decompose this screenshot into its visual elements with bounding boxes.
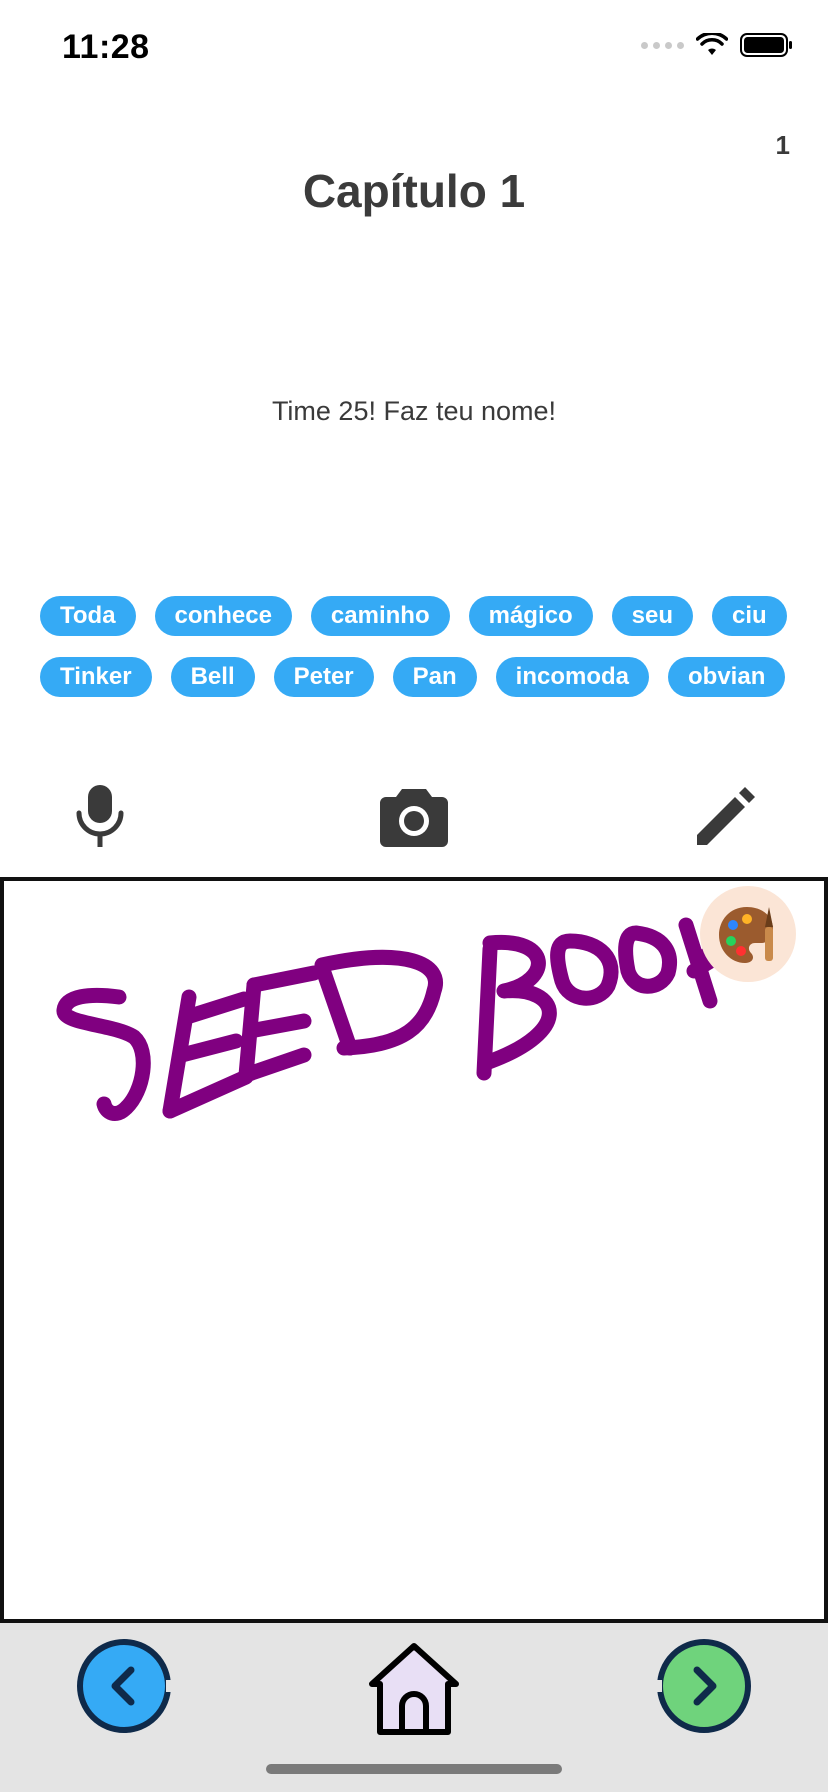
word-chip[interactable]: caminho xyxy=(310,596,450,636)
word-chip[interactable]: ciu xyxy=(712,596,787,636)
word-chip[interactable]: obvian xyxy=(668,657,786,697)
chevron-right-icon xyxy=(656,1639,751,1733)
word-chips-row-1: Toda conhece caminho mágico seu ciu xyxy=(40,596,788,636)
word-chip[interactable]: Bell xyxy=(170,657,255,697)
handwritten-drawing xyxy=(56,917,732,1121)
drawing-canvas[interactable] xyxy=(0,877,828,1623)
next-page-button[interactable] xyxy=(654,1636,754,1741)
battery-icon xyxy=(740,33,792,57)
word-chips-row-2: Tinker Bell Peter Pan incomoda obvian xyxy=(40,657,788,697)
palette-icon xyxy=(719,907,773,963)
page-number: 1 xyxy=(775,130,790,160)
chapter-title: Capítulo 1 xyxy=(302,165,526,217)
camera-icon xyxy=(380,789,448,847)
word-chip[interactable]: Pan xyxy=(392,657,477,697)
microphone-button[interactable] xyxy=(60,778,140,854)
word-chip[interactable]: Toda xyxy=(40,596,136,636)
camera-button[interactable] xyxy=(374,778,454,854)
wifi-icon xyxy=(696,33,728,55)
home-button[interactable] xyxy=(364,1640,464,1745)
status-time: 11:28 xyxy=(62,28,150,66)
story-text: Time 25! Faz teu nome! xyxy=(271,396,557,426)
pencil-icon xyxy=(697,787,755,845)
word-chip[interactable]: mágico xyxy=(468,596,593,636)
word-chip[interactable]: seu xyxy=(611,596,693,636)
pencil-button[interactable] xyxy=(686,778,766,854)
microphone-icon xyxy=(76,785,124,847)
word-chip[interactable]: Tinker xyxy=(40,657,152,697)
chevron-left-icon xyxy=(77,1639,172,1733)
status-bar: 11:28 xyxy=(0,0,828,100)
word-chip[interactable]: conhece xyxy=(154,596,292,636)
home-indicator[interactable] xyxy=(266,1764,562,1774)
cellular-signal-icon xyxy=(641,41,684,49)
palette-button[interactable] xyxy=(700,886,796,982)
home-icon xyxy=(369,1643,459,1735)
status-icons xyxy=(641,32,794,58)
previous-page-button[interactable] xyxy=(74,1636,174,1741)
word-chip[interactable]: Peter xyxy=(273,657,374,697)
word-chip[interactable]: incomoda xyxy=(495,657,650,697)
